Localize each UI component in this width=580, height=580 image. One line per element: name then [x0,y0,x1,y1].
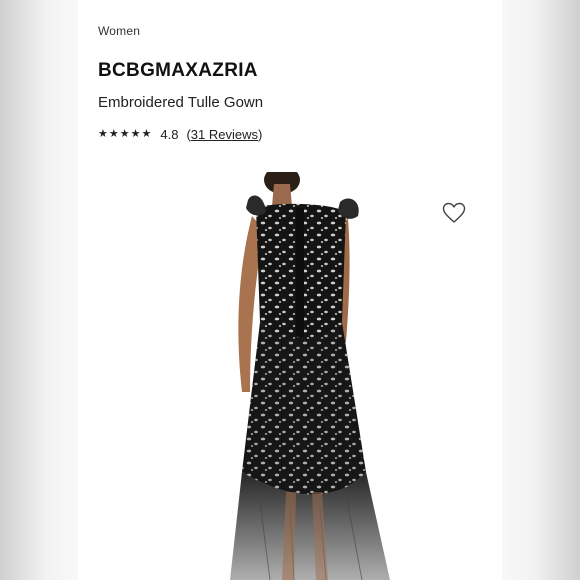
breadcrumb[interactable]: Women [98,24,140,38]
star-icon: ★ [141,128,152,140]
rating-score: 4.8 [160,127,179,142]
rating-summary: ★ ★ ★ ★ ★ 4.8 ( 31 Reviews ) [98,127,262,142]
paren-close: ) [258,127,263,142]
reviews-link[interactable]: 31 Reviews [191,127,258,142]
product-image[interactable] [190,172,430,580]
star-icon: ★ [108,128,119,140]
product-page: Women BCBGMAXAZRIA Embroidered Tulle Gow… [78,0,502,580]
heart-outline-icon[interactable] [442,202,466,224]
product-title: Embroidered Tulle Gown [98,94,264,111]
star-icon: ★ [119,128,130,140]
star-icon: ★ [130,128,141,140]
star-rating: ★ ★ ★ ★ ★ [98,129,152,140]
brand-name[interactable]: BCBGMAXAZRIA [98,60,258,82]
star-icon: ★ [98,128,108,140]
